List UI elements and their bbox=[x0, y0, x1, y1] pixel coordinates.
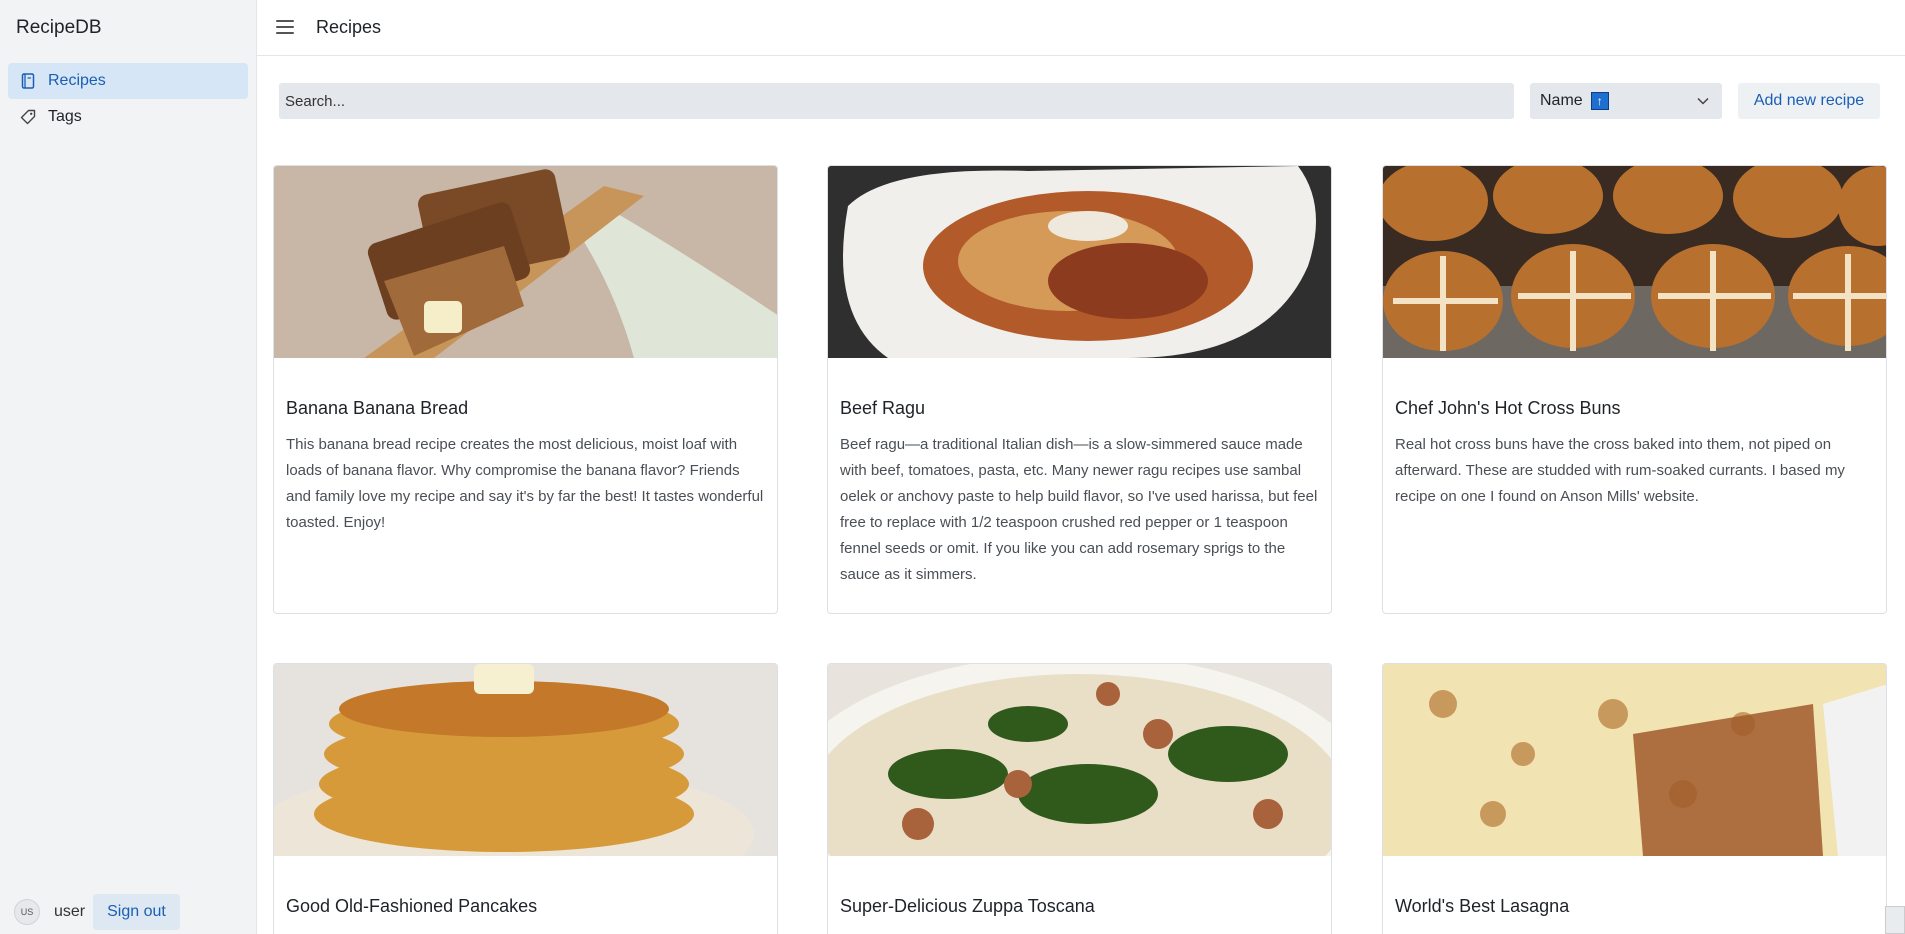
username: user bbox=[54, 903, 86, 920]
recipe-card[interactable]: Good Old-Fashioned Pancakes bbox=[273, 663, 778, 934]
hot-cross-buns-photo bbox=[1383, 166, 1886, 358]
recipe-card[interactable]: Banana Banana Bread This banana bread re… bbox=[273, 165, 778, 614]
lasagna-photo bbox=[1383, 664, 1886, 856]
avatar[interactable]: US bbox=[14, 899, 40, 925]
recipe-title[interactable]: Chef John's Hot Cross Buns bbox=[1395, 398, 1621, 419]
hamburger-menu-icon[interactable] bbox=[275, 18, 295, 36]
sidebar-footer: US user Sign out bbox=[14, 894, 180, 930]
arrow-up-icon: ↑ bbox=[1590, 92, 1609, 110]
sort-selected-value: Name bbox=[1540, 92, 1583, 109]
scroll-to-bottom-icon[interactable] bbox=[1885, 906, 1905, 934]
sidebar: RecipeDB Recipes Tags US user Sign out bbox=[0, 0, 257, 934]
recipe-card[interactable]: World's Best Lasagna bbox=[1382, 663, 1887, 934]
sidebar-item-label: Recipes bbox=[48, 72, 106, 89]
banana-bread-photo bbox=[274, 166, 777, 358]
recipe-description: Beef ragu—a traditional Italian dish—is … bbox=[840, 436, 1318, 583]
book-icon bbox=[20, 73, 36, 89]
app-brand[interactable]: RecipeDB bbox=[16, 17, 102, 39]
sidebar-item-tags[interactable]: Tags bbox=[8, 99, 248, 135]
top-header: Recipes bbox=[257, 0, 1905, 56]
sign-out-button[interactable]: Sign out bbox=[93, 894, 180, 930]
sort-select[interactable]: Name ↑ bbox=[1530, 83, 1722, 119]
recipe-title[interactable]: Banana Banana Bread bbox=[286, 398, 468, 419]
recipe-title[interactable]: Beef Ragu bbox=[840, 398, 925, 419]
sidebar-item-label: Tags bbox=[48, 108, 82, 125]
recipe-title[interactable]: Good Old-Fashioned Pancakes bbox=[286, 896, 537, 917]
recipe-card[interactable]: Super-Delicious Zuppa Toscana bbox=[827, 663, 1332, 934]
pancakes-photo bbox=[274, 664, 777, 856]
recipe-card[interactable]: Chef John's Hot Cross Buns Real hot cros… bbox=[1382, 165, 1887, 614]
beef-ragu-photo bbox=[828, 166, 1331, 358]
recipe-description: Real hot cross buns have the cross baked… bbox=[1395, 436, 1845, 505]
search-input[interactable] bbox=[279, 83, 1514, 119]
zuppa-toscana-photo bbox=[828, 664, 1331, 856]
page-title: Recipes bbox=[316, 17, 382, 37]
chevron-down-icon bbox=[1697, 97, 1709, 105]
sidebar-item-recipes[interactable]: Recipes bbox=[8, 63, 248, 99]
recipe-description: This banana bread recipe creates the mos… bbox=[286, 436, 764, 531]
recipe-title[interactable]: World's Best Lasagna bbox=[1395, 896, 1569, 917]
add-new-recipe-button[interactable]: Add new recipe bbox=[1738, 83, 1880, 119]
recipe-title[interactable]: Super-Delicious Zuppa Toscana bbox=[840, 896, 1095, 917]
recipe-card[interactable]: Beef Ragu Beef ragu—a traditional Italia… bbox=[827, 165, 1332, 614]
tag-icon bbox=[20, 109, 36, 125]
sidebar-nav: Recipes Tags bbox=[8, 63, 248, 135]
